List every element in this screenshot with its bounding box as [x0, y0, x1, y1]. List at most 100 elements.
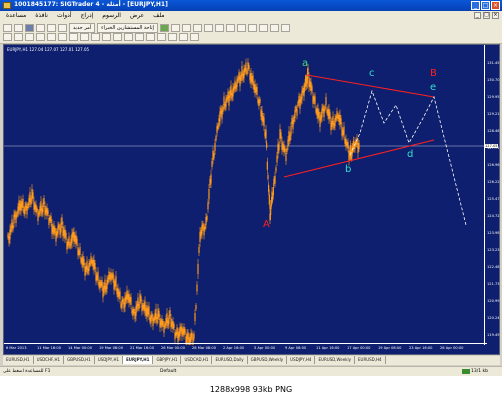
- wave-label-a: a: [302, 58, 309, 69]
- navigator-icon[interactable]: [36, 24, 45, 32]
- period-d1-icon[interactable]: [168, 33, 177, 41]
- window-title: 1001845177: SIGTrader 4 - أمثلة - [EURJP…: [14, 1, 168, 8]
- current-price-label: 127.05: [485, 144, 498, 148]
- tab-usdjpy-h4[interactable]: USDJPY,H4: [287, 356, 316, 364]
- vertical-line-icon[interactable]: [25, 33, 34, 41]
- minimize-button[interactable]: _: [471, 1, 480, 10]
- menu-help[interactable]: مساعدة: [6, 12, 26, 19]
- expert-advisors-button[interactable]: إتاحة المستشارين الخبراء: [97, 23, 158, 33]
- terminal-icon[interactable]: [47, 24, 56, 32]
- trendline-icon[interactable]: [47, 33, 56, 41]
- candle-body: [168, 315, 170, 325]
- profiles-icon[interactable]: [14, 24, 23, 32]
- candle-body: [173, 324, 175, 328]
- period-w1-icon[interactable]: [179, 33, 188, 41]
- candle-body: [343, 126, 345, 136]
- cursor-icon[interactable]: [3, 33, 12, 41]
- crosshair-icon[interactable]: [14, 33, 23, 41]
- price-tick-label: 128.46: [487, 129, 500, 133]
- menu-insert[interactable]: إدراج: [81, 12, 94, 19]
- tab-gbpjpy-h1[interactable]: GBPJPY,H1: [153, 356, 182, 364]
- menu-tools[interactable]: أدوات: [57, 12, 72, 19]
- tab-eurusd-h1[interactable]: EURUSD,H1: [3, 356, 34, 364]
- period-h1-icon[interactable]: [146, 33, 155, 41]
- channel-icon[interactable]: [58, 33, 67, 41]
- horizontal-line-icon[interactable]: [36, 33, 45, 41]
- candle-body: [208, 189, 210, 199]
- candle-body: [83, 259, 85, 265]
- price-tick-label: 129.21: [487, 112, 500, 116]
- tab-gbpusd-h1[interactable]: GBPUSD,H1: [64, 356, 95, 364]
- indicators-icon[interactable]: [258, 24, 268, 32]
- candle-body: [58, 224, 60, 228]
- period-m15-icon[interactable]: [124, 33, 133, 41]
- arrow-icon[interactable]: [91, 33, 100, 41]
- price-chart[interactable]: EURJPY,H1 127.04 127.07 127.01 127.05 A …: [3, 44, 500, 355]
- candle-body: [274, 175, 276, 184]
- mdi-close-button[interactable]: ×: [492, 12, 499, 19]
- tester-icon[interactable]: [58, 24, 67, 32]
- text-icon[interactable]: [80, 33, 89, 41]
- zoom-out-icon[interactable]: [214, 24, 224, 32]
- period-h4-icon[interactable]: [157, 33, 166, 41]
- time-tick-label: 19 Apr 08:00: [378, 346, 402, 350]
- candle-body: [54, 228, 56, 233]
- templates-icon[interactable]: [280, 24, 290, 32]
- tab-eurusd-weekly[interactable]: EURUSD,Weekly: [315, 356, 355, 364]
- market-watch-icon[interactable]: [25, 24, 34, 32]
- tile-windows-icon[interactable]: [225, 24, 235, 32]
- candle-body: [265, 129, 267, 139]
- price-tick-label: 120.99: [487, 299, 500, 303]
- status-connection: 13/1 kb: [471, 369, 488, 374]
- tab-gbpusd-weekly[interactable]: GBPUSD,Weekly: [248, 356, 288, 364]
- mdi-restore-button[interactable]: □: [483, 12, 490, 19]
- status-help-text: للمساعدة اضغط على F1: [3, 369, 51, 374]
- line-chart-icon[interactable]: [192, 24, 202, 32]
- candle-chart-icon[interactable]: [181, 24, 191, 32]
- tab-usdchf-h1[interactable]: USDCHF,H1: [34, 356, 65, 364]
- app-icon: [3, 2, 11, 9]
- period-m30-icon[interactable]: [135, 33, 144, 41]
- autoscroll-icon[interactable]: [236, 24, 246, 32]
- periods-icon[interactable]: [269, 24, 279, 32]
- menu-file[interactable]: ملف: [153, 12, 164, 19]
- zoom-in-icon[interactable]: [203, 24, 213, 32]
- menu-charts[interactable]: الرسوم: [102, 12, 121, 19]
- fibonacci-icon[interactable]: [69, 33, 78, 41]
- candle-body: [42, 203, 44, 213]
- close-button[interactable]: ×: [491, 1, 500, 10]
- tab-usdjpy-h1[interactable]: USDJPY,H1: [95, 356, 124, 364]
- menu-window[interactable]: نافذة: [35, 12, 48, 19]
- tab-eurusd-daily[interactable]: EURUSD,Daily: [212, 356, 248, 364]
- wave-label-e: e: [430, 82, 437, 93]
- candle-body: [151, 313, 153, 319]
- price-tick-label: 119.49: [487, 333, 500, 337]
- wave-label-d: d: [407, 149, 414, 160]
- maximize-button[interactable]: □: [481, 1, 490, 10]
- price-scale[interactable]: 131.45 130.70 129.95 129.21 128.46 127.71 126.…: [484, 45, 500, 345]
- chart-shift-icon[interactable]: [247, 24, 257, 32]
- candle-body: [122, 298, 124, 303]
- period-m1-icon[interactable]: [102, 33, 111, 41]
- menu-view[interactable]: عرض: [130, 12, 144, 19]
- time-tick-label: 6 Mar 2013: [6, 346, 27, 350]
- new-order-button[interactable]: أمر جديد: [69, 23, 96, 33]
- candle-body: [130, 297, 132, 305]
- image-footer: 1288x998 93kb PNG: [0, 376, 502, 402]
- candle-body: [256, 87, 258, 95]
- time-scale[interactable]: 6 Mar 2013 11 Mar 16:00 14 Mar 00:00 19 Mar…: [4, 343, 487, 354]
- period-mn-icon[interactable]: [190, 33, 199, 41]
- tab-eurjpy-h1[interactable]: EURJPY,H1: [123, 356, 154, 364]
- mdi-minimize-button[interactable]: _: [474, 12, 481, 19]
- bar-chart-icon[interactable]: [170, 24, 180, 32]
- tab-usdcad-h1[interactable]: USDCAD,H1: [181, 356, 213, 364]
- price-tick-label: 120.24: [487, 316, 500, 320]
- new-chart-icon[interactable]: [3, 24, 12, 32]
- period-m5-icon[interactable]: [113, 33, 122, 41]
- candle-body: [61, 217, 63, 225]
- tab-eurusd-h4[interactable]: EURUSD,H4: [355, 356, 386, 364]
- price-tick-label: 131.45: [487, 61, 500, 65]
- autotrading-icon[interactable]: [159, 24, 169, 32]
- candle-body: [195, 305, 197, 309]
- title-bar: 1001845177: SIGTrader 4 - أمثلة - [EURJP…: [0, 0, 502, 11]
